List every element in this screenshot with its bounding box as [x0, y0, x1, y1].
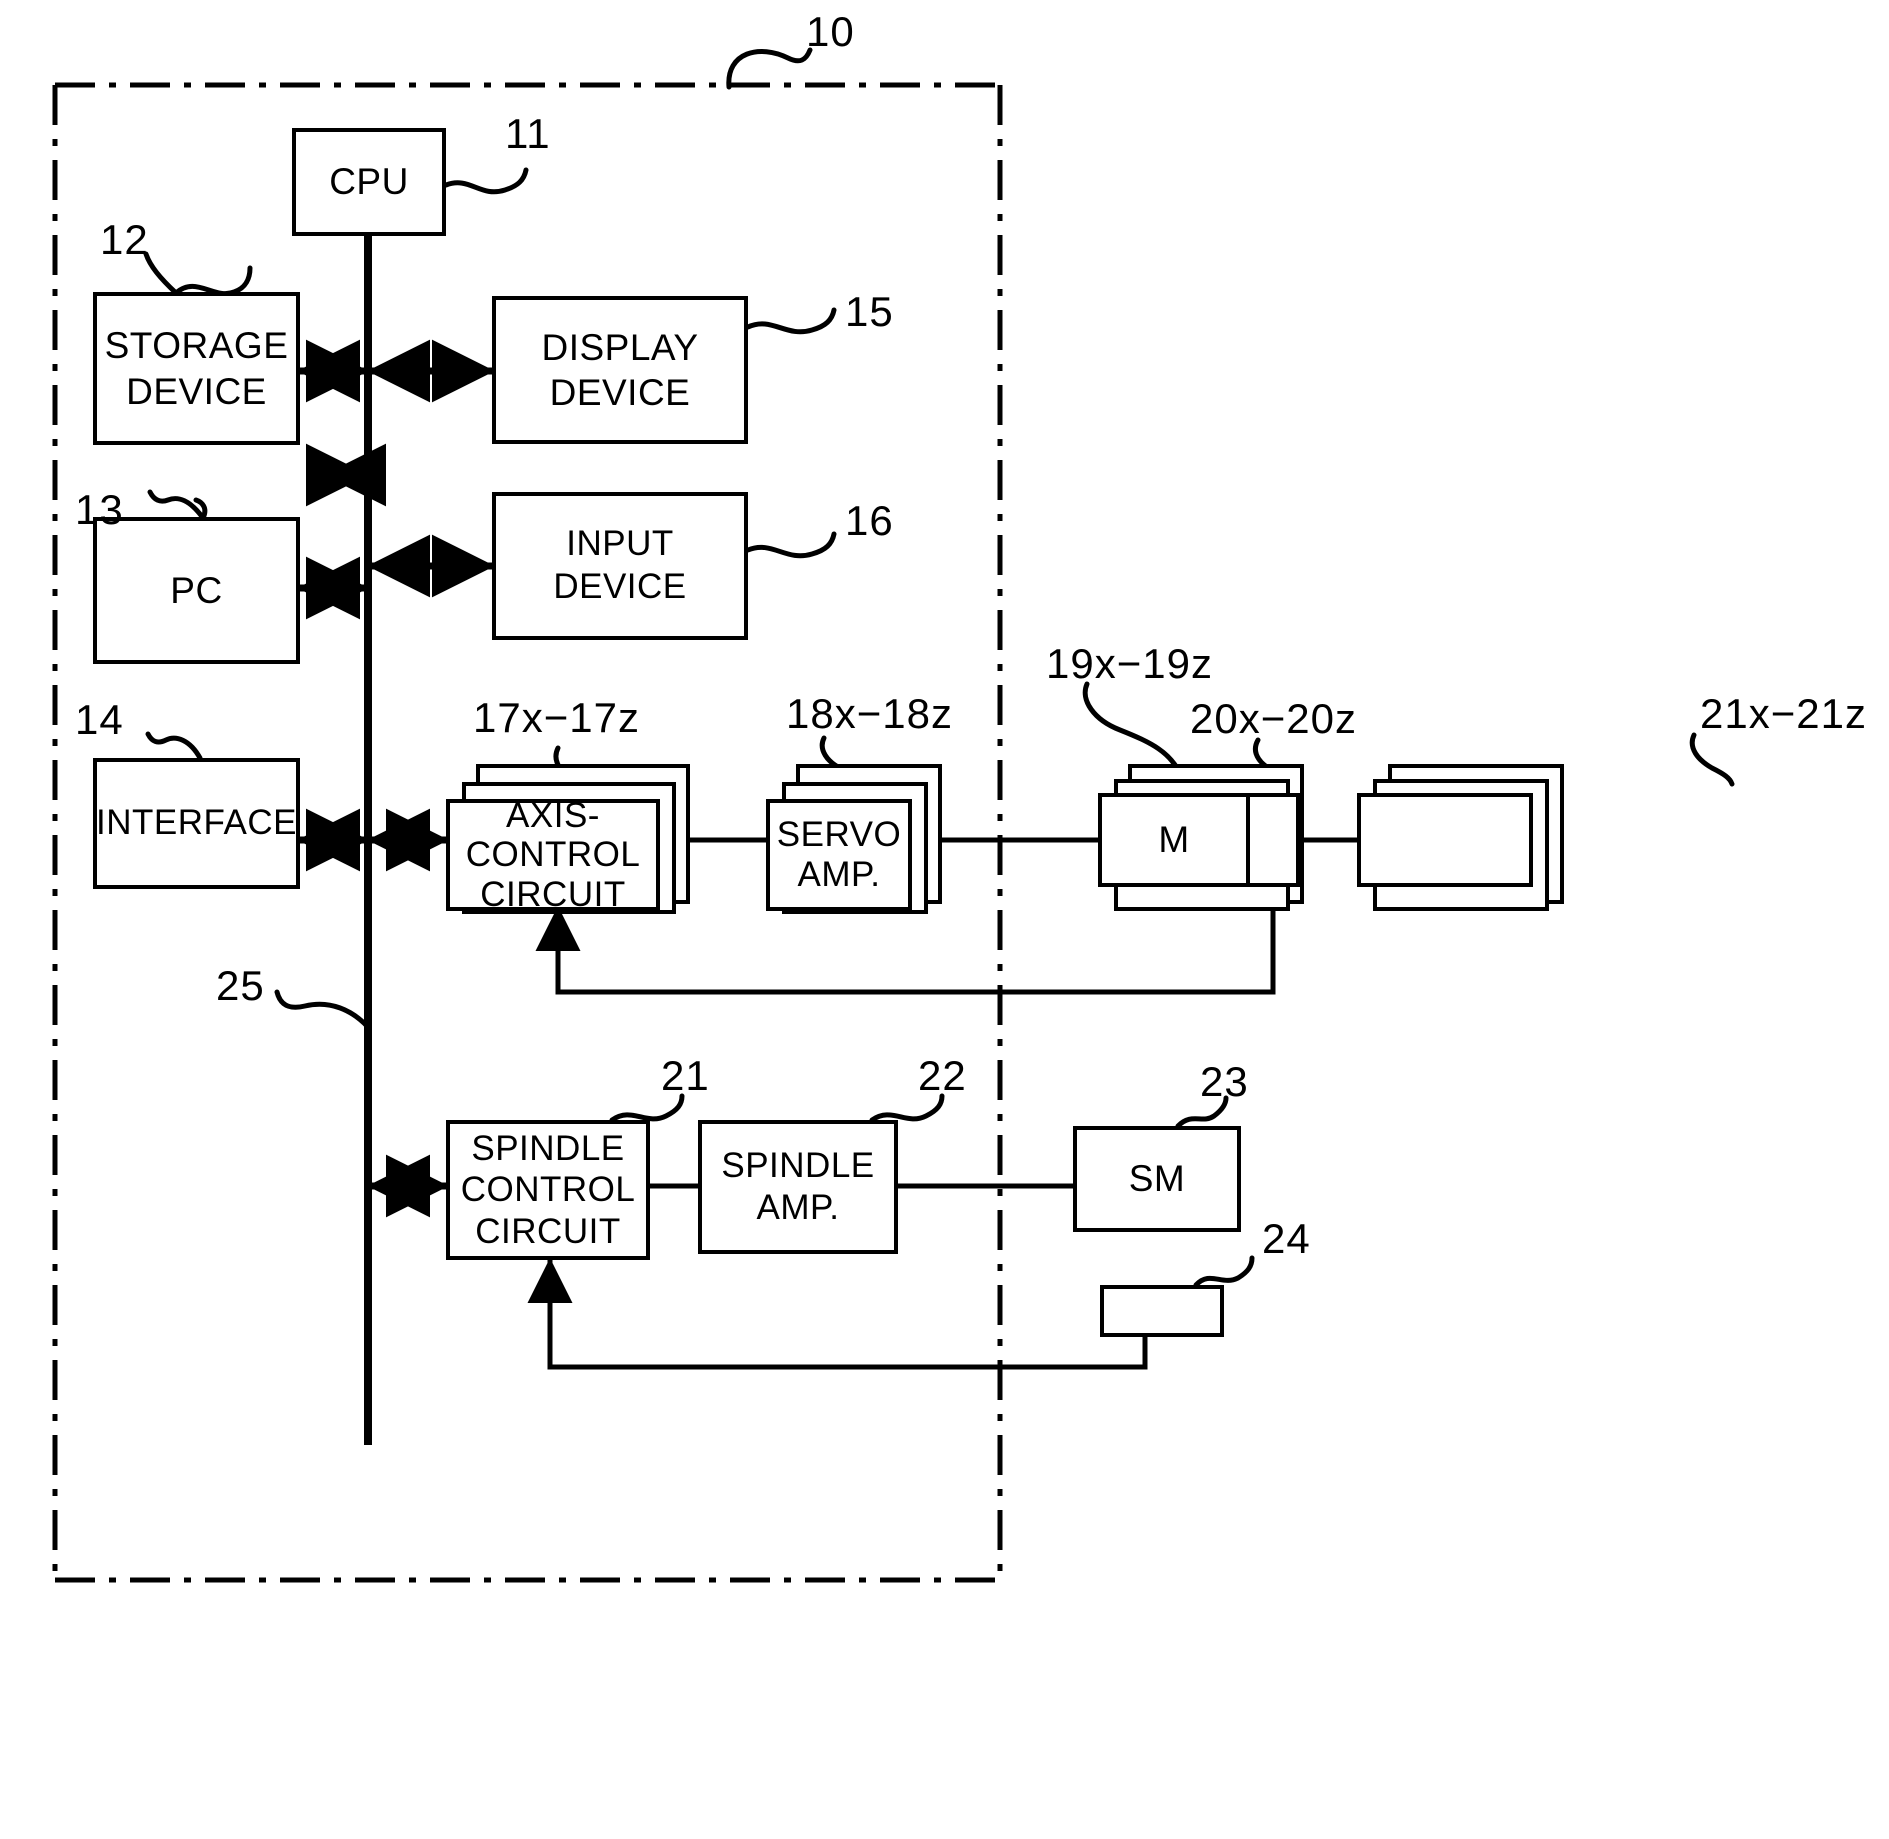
ref-14: 14 [75, 696, 124, 743]
ref-25: 25 [216, 962, 265, 1009]
block-spindle-amp-label-1: SPINDLE [721, 1146, 875, 1185]
ref-11: 11 [505, 110, 551, 157]
block-axis-control-circuit-label-3: CIRCUIT [480, 874, 626, 914]
figure-canvas: CPU STORAGE DEVICE PC INTERFACE DISPLAY … [0, 0, 1889, 1839]
ref-21: 21 [661, 1052, 710, 1099]
connector-layer [52, 47, 1735, 1583]
block-interface-label: INTERFACE [96, 803, 297, 843]
leader-15 [745, 307, 837, 335]
block-display-device-label-2: DEVICE [549, 372, 691, 413]
block-spindle-motor[interactable]: SM [1073, 1126, 1241, 1232]
block-spindle-motor-label: SM [1128, 1158, 1186, 1200]
ref-24: 24 [1262, 1215, 1311, 1262]
block-servo-amp-label-1: SERVO [776, 814, 902, 854]
ref-19: 19x−19z [1046, 640, 1213, 687]
block-spindle-amp-label-2: AMP. [756, 1188, 840, 1227]
block-pc[interactable]: PC [93, 517, 300, 664]
block-spindle-detector[interactable] [1100, 1285, 1224, 1337]
block-servo-amp-label-2: AMP. [797, 855, 881, 894]
block-servo-motor-label: M [1158, 819, 1190, 861]
block-pc-label: PC [170, 569, 223, 611]
ref-18: 18x−18z [786, 690, 953, 737]
block-position-detector[interactable] [1246, 793, 1300, 887]
ref-23: 23 [1200, 1058, 1249, 1105]
block-spindle-control-circuit-label-3: CIRCUIT [475, 1211, 621, 1251]
block-spindle-control-circuit[interactable]: SPINDLE CONTROL CIRCUIT [446, 1120, 650, 1260]
block-cpu-label: CPU [329, 161, 409, 203]
leader-14 [145, 731, 203, 761]
ref-20: 20x−20z [1190, 695, 1357, 742]
block-display-device-label-1: DISPLAY [541, 326, 699, 368]
block-machine-axis[interactable] [1357, 793, 1533, 887]
block-servo-amp[interactable]: SERVO AMP. [766, 799, 912, 911]
block-input-device[interactable]: INPUT DEVICE [492, 492, 748, 640]
leader-24 [1193, 1255, 1255, 1288]
block-servo-motor[interactable]: M [1098, 793, 1250, 887]
leader-12 [143, 251, 179, 296]
block-spindle-control-circuit-label-2: CONTROL [460, 1170, 636, 1210]
ref-16: 16 [845, 497, 894, 544]
block-storage-device-label-2: DEVICE [126, 370, 267, 412]
leader-13 [147, 489, 206, 521]
leader-16 [745, 531, 837, 559]
block-interface[interactable]: INTERFACE [93, 758, 300, 889]
ref-10: 10 [806, 8, 855, 55]
block-cpu[interactable]: CPU [292, 128, 446, 236]
block-input-device-label: INPUT DEVICE [553, 524, 687, 606]
leader-25 [274, 989, 371, 1030]
ref-12: 12 [100, 216, 149, 263]
ref-22: 22 [918, 1052, 967, 1099]
block-axis-control-circuit-label-2: CONTROL [465, 835, 641, 875]
block-axis-control-circuit[interactable]: AXIS- CONTROL CIRCUIT [446, 796, 660, 914]
leader-12b [173, 265, 253, 297]
block-spindle-control-circuit-label-1: SPINDLE [471, 1129, 625, 1169]
ref-13: 13 [75, 486, 124, 533]
block-storage-device[interactable]: STORAGE DEVICE [93, 292, 300, 445]
leader-10 [726, 47, 813, 90]
block-spindle-amp[interactable]: SPINDLE AMP. [698, 1120, 898, 1254]
ref-15: 15 [845, 288, 894, 335]
ref-21x: 21x−21z [1700, 690, 1867, 737]
block-axis-control-circuit-label-1: AXIS- [506, 796, 600, 836]
leader-11 [443, 167, 529, 195]
block-storage-device-label-1: STORAGE [104, 325, 289, 367]
block-display-device[interactable]: DISPLAY DEVICE [492, 296, 748, 444]
leader-21s [1689, 732, 1735, 787]
ref-17: 17x−17z [473, 694, 640, 741]
feedback-spindle [527, 1258, 1148, 1370]
